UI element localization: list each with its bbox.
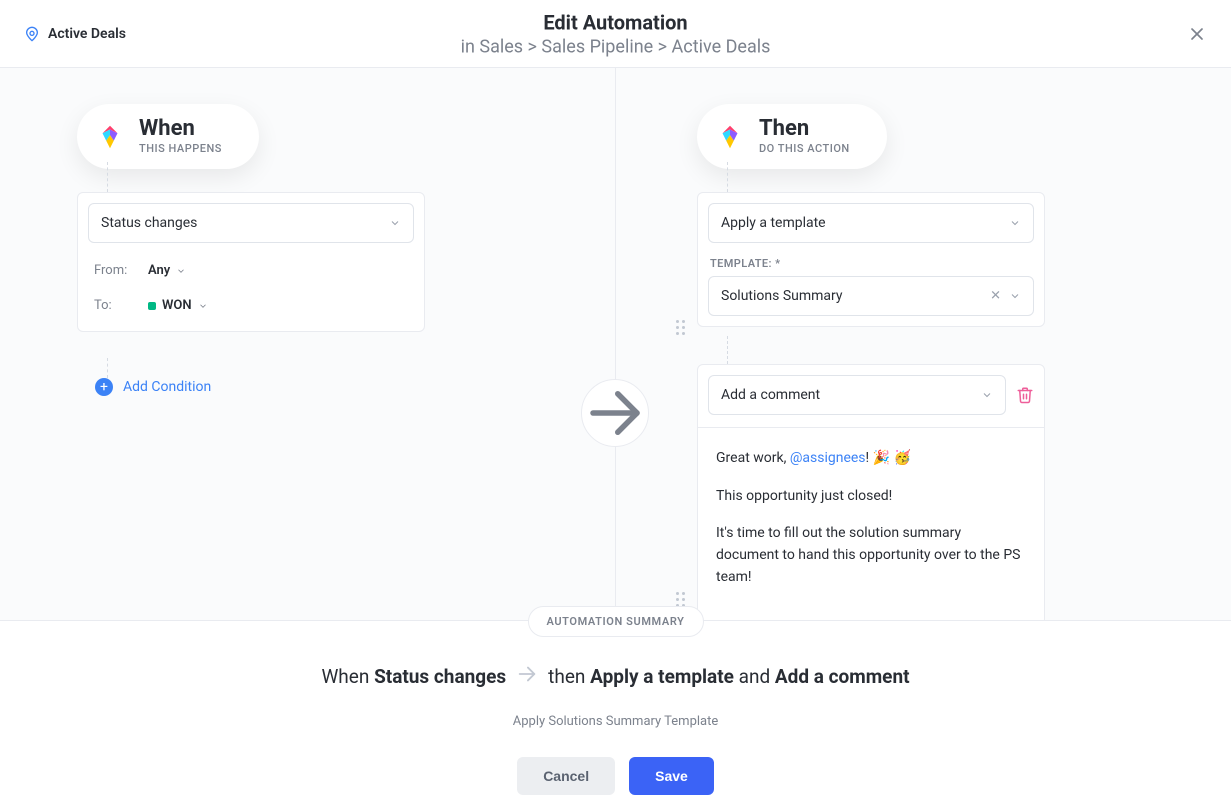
- cancel-button[interactable]: Cancel: [517, 757, 615, 795]
- template-field-label: TEMPLATE: *: [710, 257, 1032, 270]
- close-button[interactable]: [1187, 24, 1207, 44]
- delete-action-icon[interactable]: [1016, 386, 1034, 404]
- status-color-chip: [148, 302, 156, 310]
- location-pin-icon: [24, 26, 40, 42]
- chevron-down-icon: [1009, 217, 1021, 229]
- summary-text: When: [321, 665, 374, 688]
- summary-tag: AUTOMATION SUMMARY: [527, 606, 703, 637]
- then-heading: Then: [759, 118, 850, 140]
- summary-text: and: [734, 665, 775, 688]
- comment-body[interactable]: Great work, @assignees! 🎉 🥳 This opportu…: [698, 427, 1044, 614]
- when-heading: When: [139, 118, 222, 140]
- mention-token: @assignees: [790, 450, 866, 466]
- add-condition-button[interactable]: + Add Condition: [95, 378, 211, 396]
- action-card-add-comment: Add a comment Great work, @assignees! 🎉 …: [697, 364, 1045, 620]
- action-select-value: Apply a template: [721, 215, 826, 231]
- template-select[interactable]: Solutions Summary ✕: [708, 276, 1034, 316]
- action-select[interactable]: Apply a template: [708, 203, 1034, 243]
- when-subheading: THIS HAPPENS: [139, 142, 222, 155]
- save-button[interactable]: Save: [629, 757, 714, 795]
- drag-handle-icon[interactable]: [676, 320, 688, 340]
- trigger-select[interactable]: Status changes: [88, 203, 414, 243]
- arrow-right-icon: [516, 663, 538, 690]
- page-breadcrumb: in Sales > Sales Pipeline > Active Deals: [461, 36, 771, 57]
- trigger-select-value: Status changes: [101, 215, 197, 231]
- summary-subtext: Apply Solutions Summary Template: [0, 714, 1231, 729]
- clickup-logo-icon: [95, 122, 125, 152]
- trigger-card: Status changes From: Any To: WON: [77, 192, 425, 332]
- comment-text: It's time to fill out the solution summa…: [716, 523, 1026, 588]
- then-subheading: DO THIS ACTION: [759, 142, 850, 155]
- summary-text: then: [548, 665, 590, 688]
- comment-text: This opportunity just closed!: [716, 486, 1026, 508]
- connector-line: [107, 358, 108, 378]
- chevron-down-icon: [389, 217, 401, 229]
- connector-line: [107, 162, 108, 192]
- from-value: Any: [148, 263, 170, 278]
- template-select-value: Solutions Summary: [721, 288, 843, 304]
- add-condition-label: Add Condition: [123, 379, 211, 395]
- page-title: Edit Automation: [461, 10, 771, 34]
- comment-text: Great work,: [716, 450, 790, 466]
- when-pill: When THIS HAPPENS: [77, 104, 259, 169]
- clickup-logo-icon: [715, 122, 745, 152]
- chevron-down-icon: [176, 266, 186, 276]
- action-card-apply-template: Apply a template TEMPLATE: * Solutions S…: [697, 192, 1045, 327]
- comment-text: ! 🎉 🥳: [866, 450, 911, 466]
- connector-line: [727, 336, 728, 364]
- flow-arrow-icon: [581, 379, 649, 447]
- clear-icon[interactable]: ✕: [990, 289, 1001, 304]
- automation-summary-line: When Status changes then Apply a templat…: [0, 663, 1231, 690]
- to-label: To:: [94, 298, 134, 313]
- chevron-down-icon: [1009, 290, 1021, 302]
- location-text: Active Deals: [48, 26, 126, 42]
- then-pill: Then DO THIS ACTION: [697, 104, 887, 169]
- plus-circle-icon: +: [95, 378, 113, 396]
- from-label: From:: [94, 263, 134, 278]
- chevron-down-icon: [198, 301, 208, 311]
- to-value-dropdown[interactable]: WON: [148, 298, 208, 313]
- summary-bold: Apply a template: [590, 665, 734, 688]
- summary-bold: Add a comment: [775, 665, 910, 688]
- from-value-dropdown[interactable]: Any: [148, 263, 186, 278]
- to-value: WON: [162, 298, 192, 313]
- connector-line: [727, 162, 728, 192]
- summary-bold: Status changes: [374, 665, 506, 688]
- action-select-value: Add a comment: [721, 387, 820, 403]
- column-divider: [615, 68, 616, 620]
- location-breadcrumb[interactable]: Active Deals: [24, 26, 126, 42]
- action-select[interactable]: Add a comment: [708, 375, 1006, 415]
- chevron-down-icon: [981, 389, 993, 401]
